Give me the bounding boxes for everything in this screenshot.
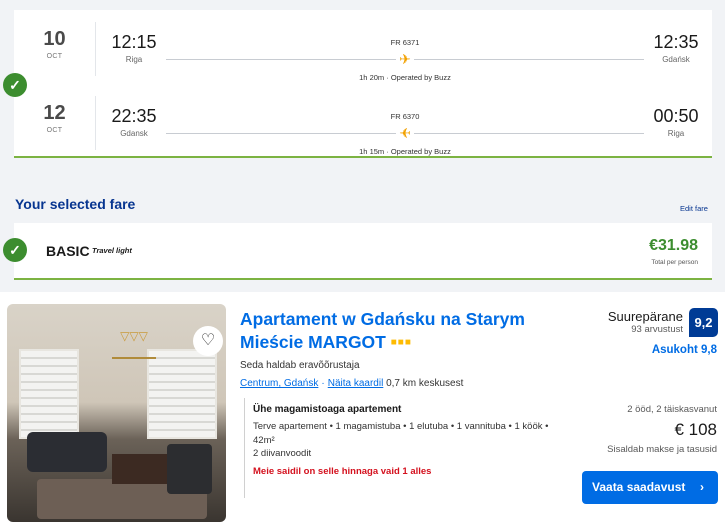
see-availability-button[interactable]: Vaata saadavust › — [582, 471, 718, 504]
airplane-icon: ✈ — [396, 125, 414, 141]
review-score-badge[interactable]: 9,2 — [689, 308, 718, 337]
review-count[interactable]: 93 arvustust — [631, 324, 683, 335]
edit-fare-link[interactable]: Edit fare — [680, 204, 708, 213]
date-box: 10 OCT — [14, 22, 96, 76]
sofa — [27, 432, 107, 472]
selected-fare-card: BASIC Travel light €31.98 Total per pers… — [14, 223, 712, 280]
hotel-name[interactable]: Apartament w Gdańsku na Starym Mieście M… — [240, 309, 525, 352]
hotel-photo[interactable]: ▽▽▽ ♡ — [7, 304, 226, 522]
armchair — [167, 444, 212, 494]
checkmark-icon: ✓ — [3, 238, 27, 262]
fare-subtitle: Travel light — [92, 246, 132, 255]
hotel-card: ▽▽▽ ♡ Apartament w Gdańsku na Starym Mie… — [0, 292, 725, 530]
flight-number: FR 6370 — [390, 112, 420, 121]
arrival-time: 12:35 — [653, 32, 699, 52]
window-blinds — [19, 349, 79, 439]
see-availability-label[interactable]: Vaata saadavust — [592, 480, 685, 494]
distance-from-center: 0,7 km keskusest — [386, 378, 464, 389]
arrival-city: Gdańsk — [662, 55, 690, 64]
departure: 12:15 Riga — [104, 32, 164, 64]
flight-route: FR 6370 ✈ 1h 15m · Operated by Buzz — [166, 100, 644, 156]
room-type: Ühe magamistoaga apartement — [253, 404, 402, 415]
room-description: Terve apartement • 1 magamistuba • 1 elu… — [253, 421, 549, 446]
arrival-time: 00:50 — [653, 106, 699, 126]
rating-stars-icon: ■■■ — [390, 337, 412, 348]
departure: 22:35 Gdansk — [104, 106, 164, 138]
chandelier: ▽▽▽ — [112, 329, 156, 359]
flight-route: FR 6371 ✈ 1h 20m · Operated by Buzz — [166, 26, 644, 82]
fare-price-note: Total per person — [651, 259, 698, 266]
hotel-price: € 108 — [674, 420, 717, 439]
flight-day: 10 — [43, 28, 66, 50]
window-blinds — [147, 349, 217, 439]
flight-duration: 1h 20m · Operated by Buzz — [359, 73, 451, 82]
arrival: 00:50 Riga — [646, 106, 706, 138]
flight-month: OCT — [46, 127, 63, 134]
flight-leg-return: 12 OCT 22:35 Gdansk FR 6370 ✈ 1h 15m · O… — [14, 88, 712, 156]
scarcity-message: Meie saidil on selle hinnaga vaid 1 alle… — [253, 466, 432, 477]
flight-month: OCT — [46, 53, 63, 60]
show-on-map-link[interactable]: Näita kaardil — [328, 378, 384, 389]
heart-icon[interactable]: ♡ — [193, 326, 223, 356]
room-details: Ühe magamistoaga apartement Terve aparte… — [244, 398, 564, 498]
fare-price: €31.98 — [649, 237, 698, 254]
location-link[interactable]: Centrum, Gdańsk — [240, 378, 318, 389]
fare-name: BASIC — [46, 243, 90, 259]
airplane-icon: ✈ — [396, 51, 414, 67]
price-taxes-note: Sisaldab makse ja tasusid — [607, 444, 717, 455]
flight-itinerary-card: 10 OCT 12:15 Riga FR 6371 ✈ 1h 20m · Ope… — [14, 10, 712, 158]
departure-city: Riga — [125, 55, 143, 64]
review-score-word[interactable]: Suurepärane — [608, 309, 683, 324]
separator: · — [321, 378, 325, 389]
stay-summary: 2 ööd, 2 täiskasvanut — [627, 404, 717, 415]
arrival: 12:35 Gdańsk — [646, 32, 706, 64]
fare-section-title: Your selected fare — [15, 196, 136, 212]
chevron-right-icon: › — [700, 480, 704, 494]
departure-time: 12:15 — [111, 32, 157, 52]
arrival-city: Riga — [667, 129, 685, 138]
bed-info: 2 diivanvoodit — [253, 448, 312, 459]
location-row: Centrum, Gdańsk · Näita kaardil 0,7 km kes… — [240, 378, 463, 389]
checkmark-icon: ✓ — [3, 73, 27, 97]
location-score: Asukoht 9,8 — [651, 344, 717, 356]
hotel-name-link[interactable]: Apartament w Gdańsku na Starym Mieście M… — [240, 308, 570, 354]
flight-leg-outbound: 10 OCT 12:15 Riga FR 6371 ✈ 1h 20m · Ope… — [14, 14, 712, 82]
flight-duration: 1h 15m · Operated by Buzz — [359, 147, 451, 156]
departure-city: Gdansk — [120, 129, 148, 138]
flight-day: 12 — [43, 102, 66, 124]
coffee-table — [112, 454, 167, 484]
date-box: 12 OCT — [14, 96, 96, 150]
departure-time: 22:35 — [111, 106, 157, 126]
host-type: Seda haldab eravõõrustaja — [240, 360, 360, 371]
flight-number: FR 6371 — [390, 38, 420, 47]
